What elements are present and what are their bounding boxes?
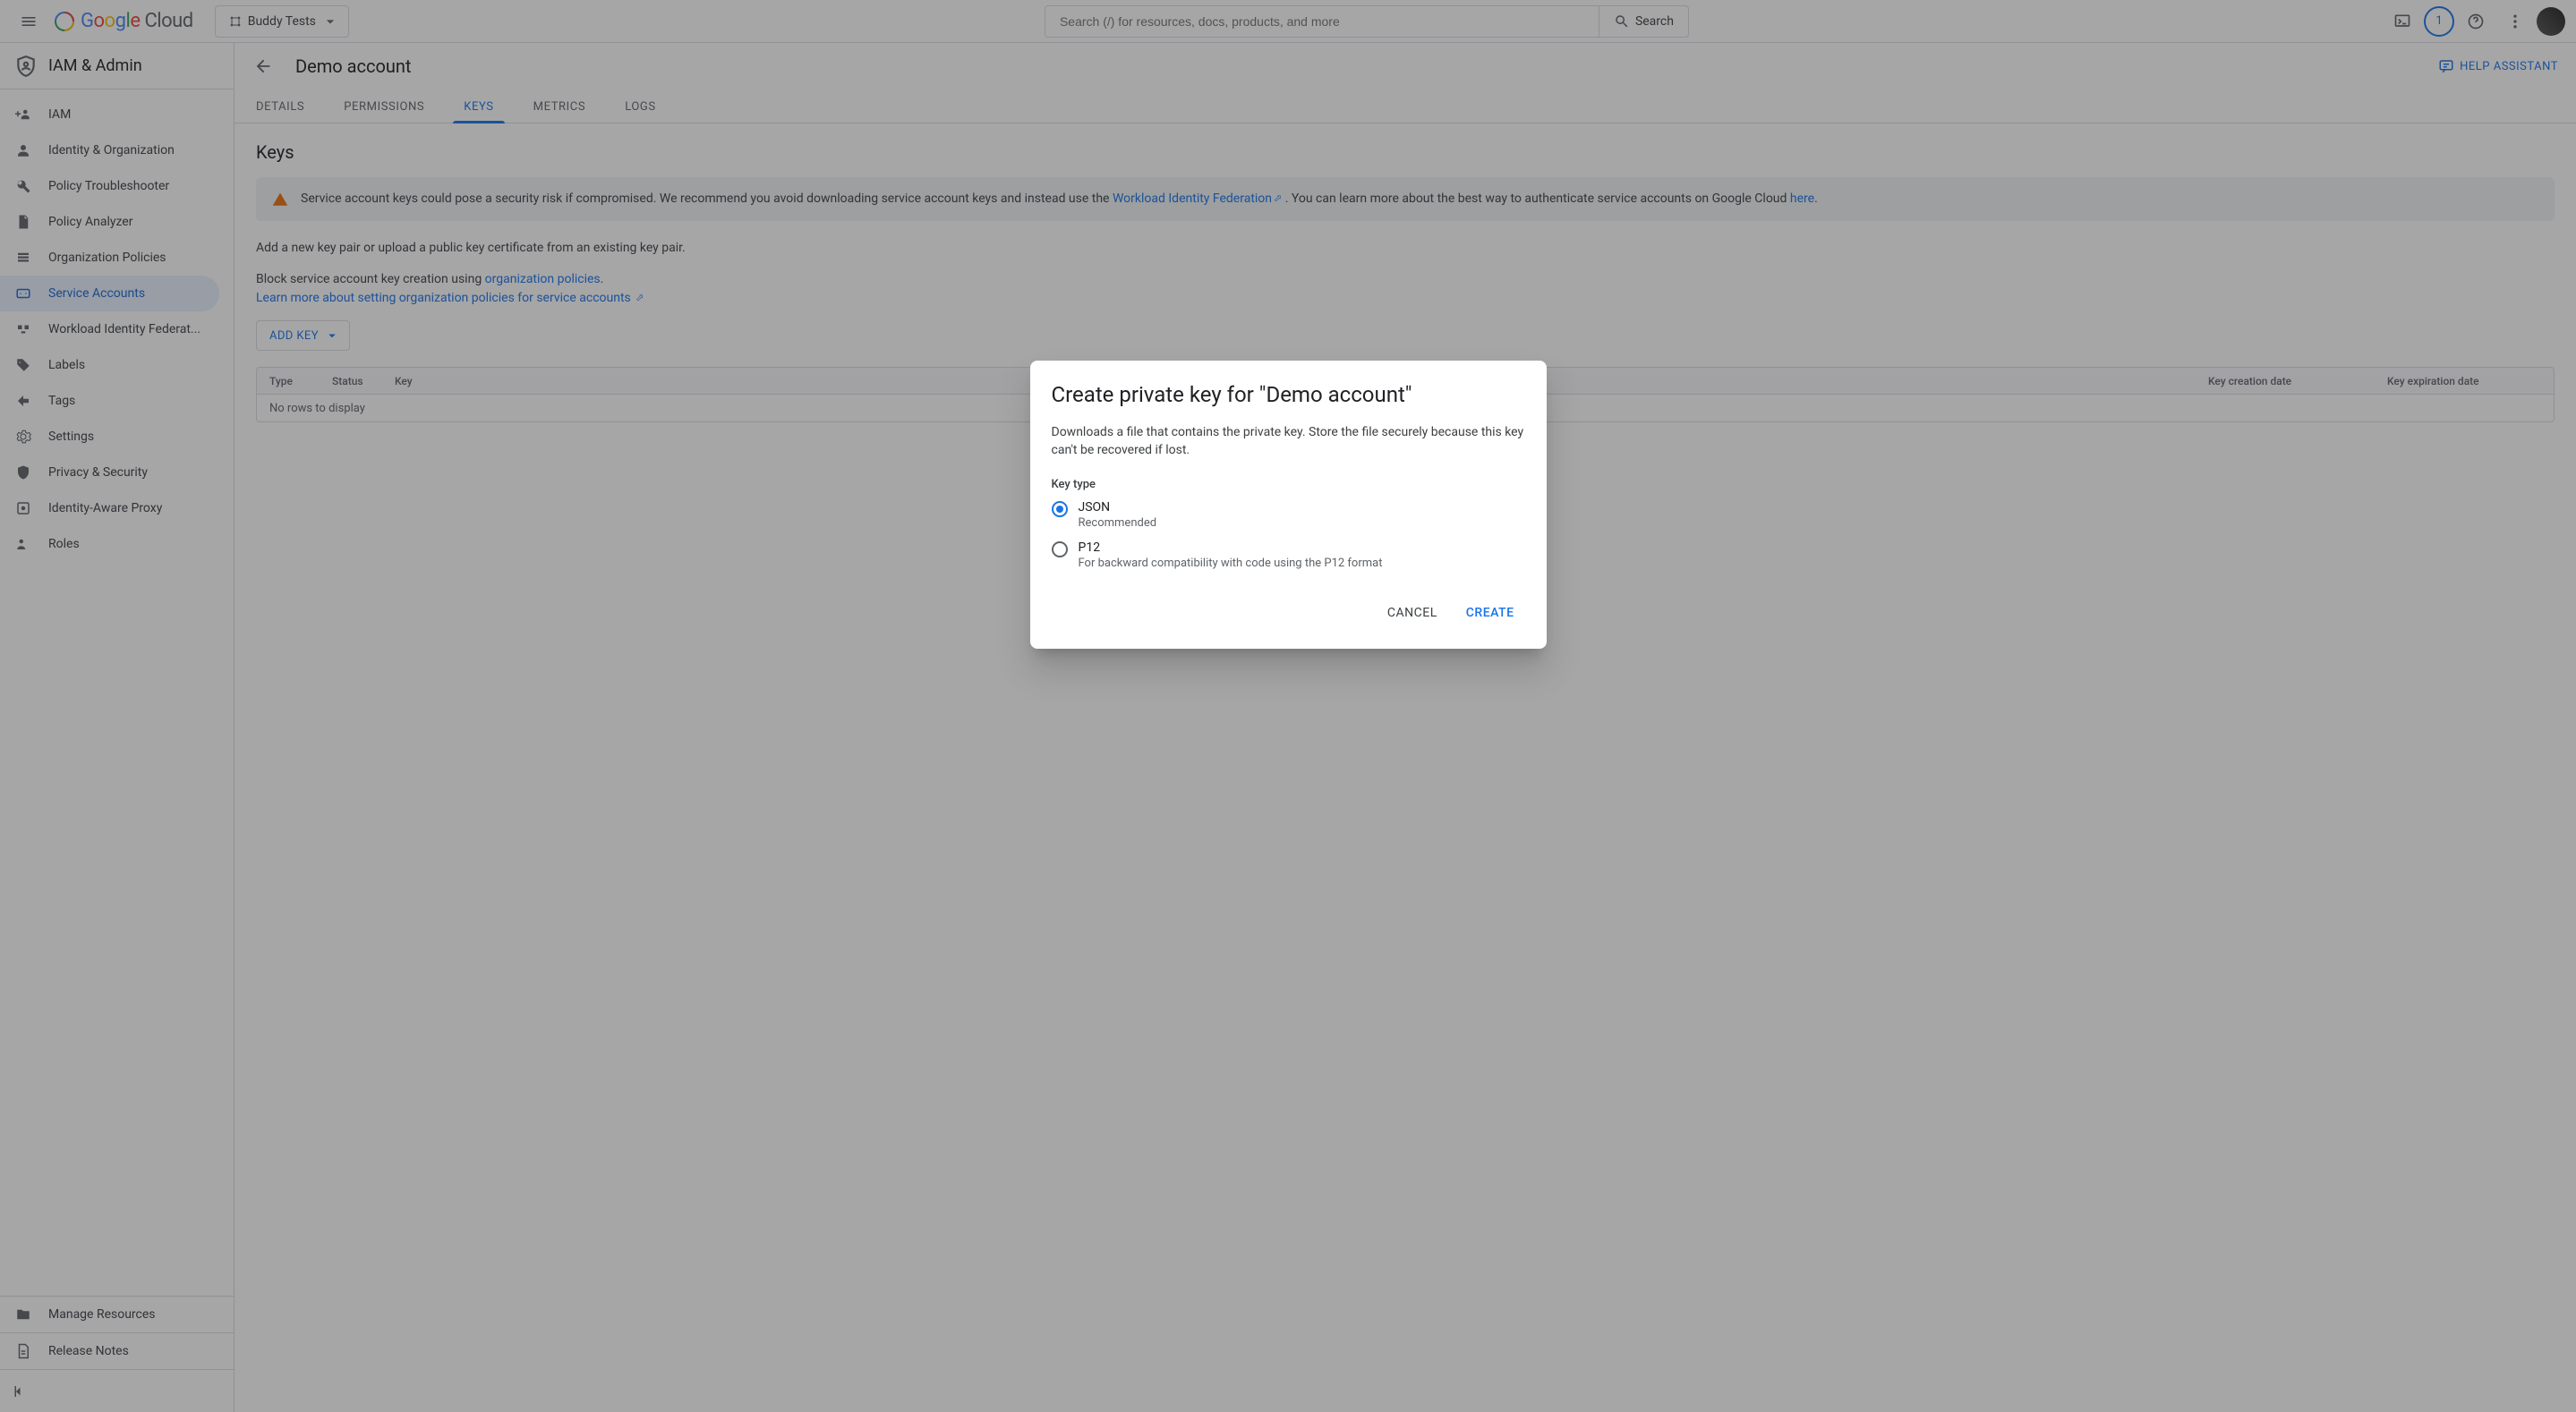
radio-p12-sublabel: For backward compatibility with code usi… (1079, 557, 1383, 570)
radio-option-json[interactable]: JSON Recommended (1052, 500, 1525, 530)
radio-json-label: JSON (1079, 500, 1157, 515)
radio-json-indicator (1052, 501, 1068, 517)
dialog-actions: CANCEL CREATE (1052, 599, 1525, 627)
radio-p12-label: P12 (1079, 540, 1383, 555)
dialog-description: Downloads a file that contains the priva… (1052, 423, 1525, 460)
radio-option-p12[interactable]: P12 For backward compatibility with code… (1052, 540, 1525, 570)
cancel-button[interactable]: CANCEL (1377, 599, 1448, 627)
modal-scrim[interactable]: Create private key for "Demo account" Do… (0, 0, 2576, 1412)
dialog-title: Create private key for "Demo account" (1052, 382, 1525, 407)
radio-json-sublabel: Recommended (1079, 516, 1157, 530)
create-button[interactable]: CREATE (1455, 599, 1525, 627)
radio-p12-indicator (1052, 541, 1068, 557)
create-key-dialog: Create private key for "Demo account" Do… (1030, 361, 1547, 649)
key-type-label: Key type (1052, 478, 1525, 491)
